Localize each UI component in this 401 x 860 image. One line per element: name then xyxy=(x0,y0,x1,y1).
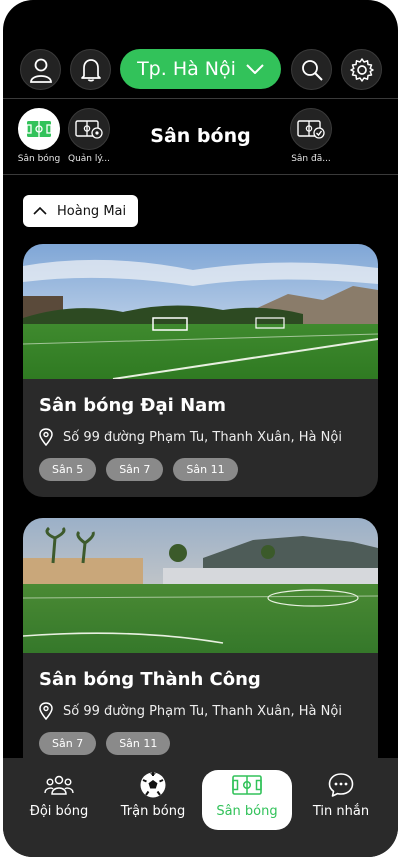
top-bar: Tp. Hà Nội xyxy=(3,49,398,91)
address-text: Số 99 đường Phạm Tu, Thanh Xuân, Hà Nội xyxy=(63,429,342,445)
nav-tin-nhan[interactable]: Tin nhắn xyxy=(296,770,386,830)
chevron-up-icon xyxy=(33,207,47,215)
nav-san-bong[interactable]: Sân bóng xyxy=(202,770,292,830)
category-san-da[interactable]: Sân đã... xyxy=(285,108,337,164)
district-filter[interactable]: Hoàng Mai xyxy=(23,195,138,227)
nav-label: Tin nhắn xyxy=(312,804,370,819)
nav-doi-bong[interactable]: Đội bóng xyxy=(14,770,104,830)
football-icon xyxy=(140,772,166,798)
gear-icon xyxy=(349,57,374,82)
chevron-down-icon xyxy=(246,64,264,74)
district-label: Hoàng Mai xyxy=(57,203,127,219)
field-size-tag: Sân 5 xyxy=(39,458,97,481)
field-name: Sân bóng Thành Công xyxy=(39,669,261,690)
location-pin-icon xyxy=(39,702,53,720)
nav-label: Sân bóng xyxy=(216,804,278,819)
nav-label: Đội bóng xyxy=(29,804,89,819)
field-size-tag: Sân 11 xyxy=(106,732,171,755)
page-title: Sân bóng xyxy=(150,125,251,147)
field-photo xyxy=(23,518,378,653)
field-name: Sân bóng Đại Nam xyxy=(39,395,227,416)
category-label: Sân đã... xyxy=(291,154,331,164)
nav-tran-bong[interactable]: Trận bóng xyxy=(108,770,198,830)
address-text: Số 99 đường Phạm Tu, Thanh Xuân, Hà Nội xyxy=(63,703,342,719)
field-card[interactable]: Sân bóng Đại Nam Số 99 đường Phạm Tu, Th… xyxy=(23,244,378,497)
field-icon xyxy=(232,775,262,795)
city-label: Tp. Hà Nội xyxy=(137,58,236,80)
category-label: Sân bóng xyxy=(17,154,61,164)
settings-button[interactable] xyxy=(341,49,382,90)
field-size-tag: Sân 7 xyxy=(106,458,164,481)
category-label: Quản lý... xyxy=(68,154,110,164)
divider xyxy=(3,98,398,99)
field-tags: Sân 7 Sân 11 xyxy=(39,732,362,755)
field-size-tag: Sân 11 xyxy=(173,458,238,481)
field-check-icon xyxy=(297,120,325,139)
bell-icon xyxy=(80,58,101,81)
field-tags: Sân 5 Sân 7 Sân 11 xyxy=(39,458,362,481)
nav-label: Trận bóng xyxy=(120,804,186,819)
field-address: Số 99 đường Phạm Tu, Thanh Xuân, Hà Nội xyxy=(39,702,362,720)
chat-icon xyxy=(328,773,354,797)
profile-button[interactable] xyxy=(20,49,61,90)
user-icon xyxy=(29,58,52,83)
field-card[interactable]: Sân bóng Thành Công Số 99 đường Phạm Tu,… xyxy=(23,518,378,778)
search-icon xyxy=(301,59,323,81)
field-address: Số 99 đường Phạm Tu, Thanh Xuân, Hà Nội xyxy=(39,428,362,446)
team-icon xyxy=(44,775,74,795)
field-photo xyxy=(23,244,378,379)
app-screen: Tp. Hà Nội Sân bóng Quản lý... Sân bóng … xyxy=(3,0,398,857)
divider xyxy=(3,174,398,175)
location-pin-icon xyxy=(39,428,53,446)
search-button[interactable] xyxy=(291,49,332,90)
field-size-tag: Sân 7 xyxy=(39,732,97,755)
notification-button[interactable] xyxy=(70,49,111,90)
city-selector[interactable]: Tp. Hà Nội xyxy=(120,49,281,89)
bottom-navigation: Đội bóng Trận bóng Sân bóng Tin nhắn xyxy=(3,758,398,857)
